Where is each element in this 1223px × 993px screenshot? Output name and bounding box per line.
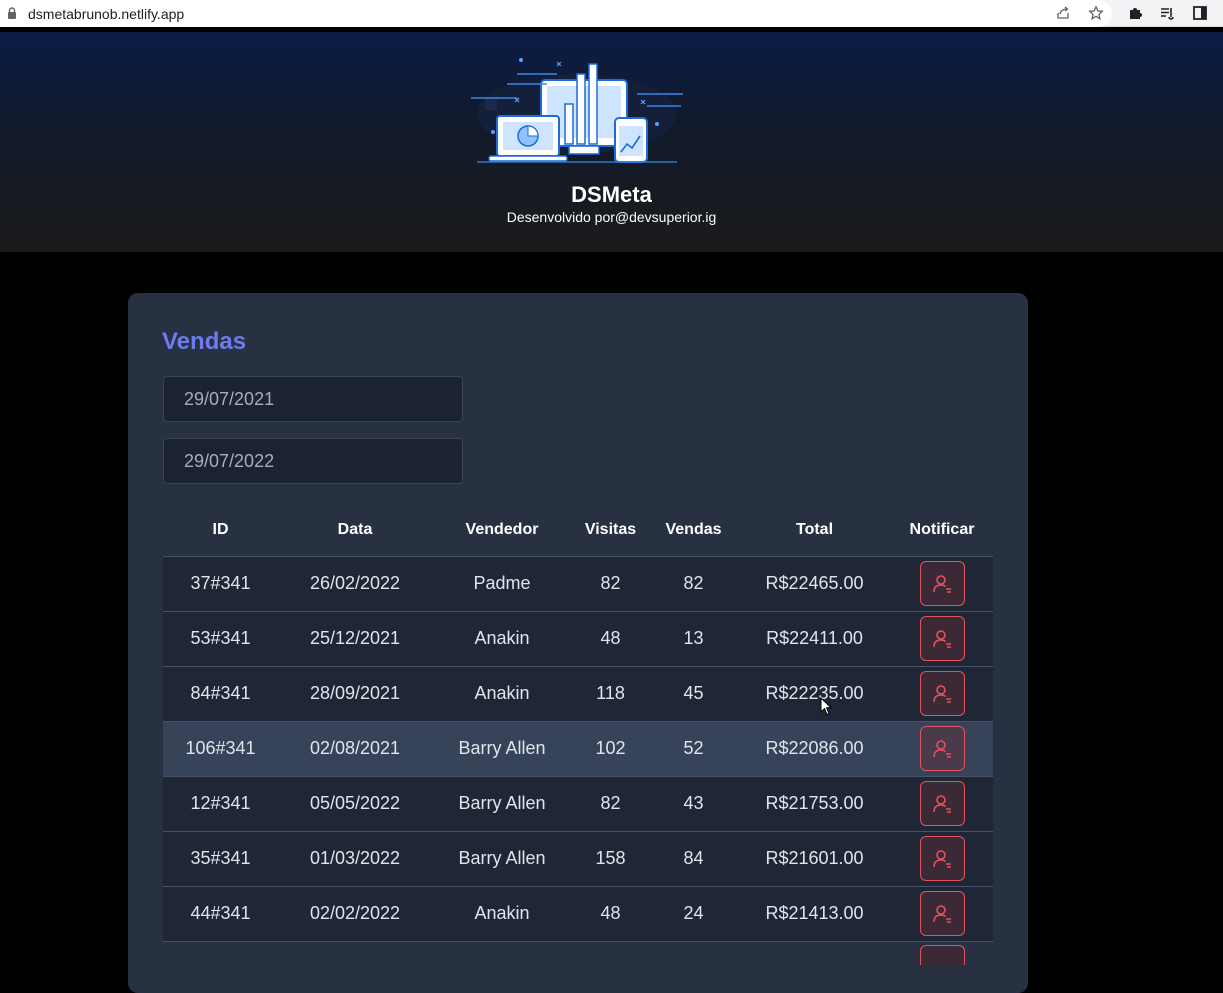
cell-id: 53#341: [163, 611, 278, 667]
browser-toolbar: dsmetabrunob.netlify.app: [0, 0, 1223, 27]
cell-id: 12#341: [163, 776, 278, 832]
column-header-id: ID: [163, 505, 278, 557]
notify-button[interactable]: [919, 836, 965, 881]
user-notify-icon: [933, 739, 951, 758]
cell-total: R$22411.00: [738, 611, 891, 667]
cell-seller: Anakin: [432, 666, 572, 722]
column-header-notify: Notificar: [891, 505, 993, 557]
cell-deals: 43: [649, 776, 738, 832]
cell-date: 26/02/2022: [278, 556, 432, 612]
cell-visits: 118: [572, 666, 649, 722]
cell-date: 02/02/2022: [278, 886, 432, 942]
column-header-visits: Visitas: [572, 505, 649, 557]
table-row: 53#341 25/12/2021 Anakin 48 13 R$22411.00: [163, 611, 993, 667]
cell-total: R$21413.00: [738, 886, 891, 942]
share-icon[interactable]: [1055, 5, 1071, 21]
cell-id: 84#341: [163, 666, 278, 722]
cell-seller: Anakin: [432, 611, 572, 667]
cell-total: R$22086.00: [738, 721, 891, 777]
column-header-total: Total: [738, 505, 891, 557]
brand-title: DSMeta: [571, 182, 652, 207]
cell-date: 05/05/2022: [278, 776, 432, 832]
cell-date: 28/09/2021: [278, 666, 432, 722]
cell-total: R$22465.00: [738, 556, 891, 612]
sales-title: Vendas: [162, 328, 247, 355]
cell-deals: 52: [649, 721, 738, 777]
cell-visits: 48: [572, 886, 649, 942]
table-row: 12#341 05/05/2022 Barry Allen 82 43 R$21753.0…: [163, 776, 993, 832]
cell-notify: [891, 776, 993, 832]
cell-id: 106#341: [163, 721, 278, 777]
cell-id: 44#341: [163, 886, 278, 942]
cell-deals: 84: [649, 831, 738, 887]
cell-seller: Anakin: [432, 886, 572, 942]
cell-seller: Padme: [432, 556, 572, 612]
app-header: DSMeta Desenvolvido por@devsuperior.ig: [0, 32, 1223, 252]
cell-id: 37#341: [163, 556, 278, 612]
notify-button[interactable]: [919, 726, 965, 771]
cell-total: R$21753.00: [738, 776, 891, 832]
user-notify-icon: [933, 794, 951, 813]
address-bar[interactable]: dsmetabrunob.netlify.app: [0, 0, 1112, 27]
sales-card: Vendas ID Data Vendedor Visitas Vendas T…: [128, 293, 1028, 993]
puzzle-icon[interactable]: [1127, 5, 1143, 21]
table-row: 106#341 02/08/2021 Barry Allen 102 52 R$22086…: [163, 721, 993, 777]
table-header-row: ID Data Vendedor Visitas Vendas Total No…: [163, 505, 993, 557]
lock-icon: [8, 7, 16, 19]
cell-deals: 24: [649, 886, 738, 942]
cell-total: R$22235.00: [738, 666, 891, 722]
sales-table: ID Data Vendedor Visitas Vendas Total No…: [163, 505, 993, 942]
cell-deals: 45: [649, 666, 738, 722]
notify-button[interactable]: [919, 616, 965, 661]
cell-notify: [891, 831, 993, 887]
notify-button[interactable]: [919, 671, 965, 716]
user-notify-icon: [933, 629, 951, 648]
cell-visits: 48: [572, 611, 649, 667]
side-panel-icon[interactable]: [1192, 5, 1208, 21]
cell-notify: [891, 886, 993, 942]
cell-deals: 13: [649, 611, 738, 667]
reading-list-icon[interactable]: [1159, 5, 1175, 21]
cell-total: R$21601.00: [738, 831, 891, 887]
table-row: 84#341 28/09/2021 Anakin 118 45 R$22235.00: [163, 666, 993, 722]
cell-visits: 82: [572, 556, 649, 612]
cell-seller: Barry Allen: [432, 831, 572, 887]
cell-date: 02/08/2021: [278, 721, 432, 777]
table-row: 35#341 01/03/2022 Barry Allen 158 84 R$21601.…: [163, 831, 993, 887]
star-icon[interactable]: [1088, 5, 1104, 21]
credit-text: Desenvolvido por@devsuperior.ig: [506, 209, 717, 225]
cell-date: 25/12/2021: [278, 611, 432, 667]
cell-notify: [891, 556, 993, 612]
cell-seller: Barry Allen: [432, 776, 572, 832]
notify-button[interactable]: [919, 781, 965, 826]
max-date-input[interactable]: [163, 438, 463, 484]
notify-button[interactable]: [919, 891, 965, 936]
cell-notify: [891, 611, 993, 667]
column-header-deals: Vendas: [649, 505, 738, 557]
mouse-cursor-icon: [820, 697, 832, 716]
user-notify-icon: [933, 684, 951, 703]
cell-deals: 82: [649, 556, 738, 612]
user-notify-icon: [933, 849, 951, 868]
table-row: 44#341 02/02/2022 Anakin 48 24 R$21413.00: [163, 886, 993, 942]
cell-seller: Barry Allen: [432, 721, 572, 777]
cell-visits: 102: [572, 721, 649, 777]
min-date-input[interactable]: [163, 376, 463, 422]
table-row: 37#341 26/02/2022 Padme 82 82 R$22465.00: [163, 556, 993, 612]
column-header-date: Data: [278, 505, 432, 557]
cell-notify: [891, 666, 993, 722]
cell-date: 01/03/2022: [278, 831, 432, 887]
url-text: dsmetabrunob.netlify.app: [28, 6, 185, 22]
user-notify-icon: [933, 904, 951, 923]
cell-notify: [891, 721, 993, 777]
column-header-seller: Vendedor: [432, 505, 572, 557]
dashboard-logo-icon: [471, 58, 683, 163]
user-notify-icon: [933, 574, 951, 593]
cell-visits: 82: [572, 776, 649, 832]
notify-button[interactable]: [919, 561, 965, 606]
notify-button-partial[interactable]: [920, 945, 965, 965]
cell-visits: 158: [572, 831, 649, 887]
cell-id: 35#341: [163, 831, 278, 887]
